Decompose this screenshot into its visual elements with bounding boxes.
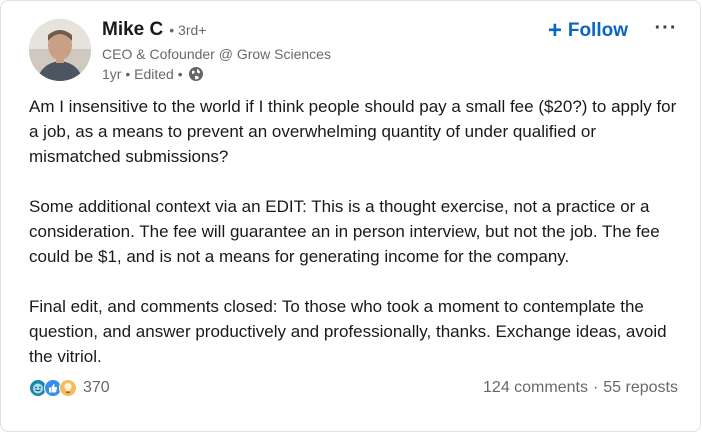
post-timestamp: 1yr • Edited • xyxy=(102,66,183,82)
author-headline: CEO & Cofounder @ Grow Sciences xyxy=(102,46,331,62)
reposts-count[interactable]: 55 reposts xyxy=(603,379,678,397)
reactions-summary[interactable]: 370 xyxy=(29,379,110,397)
reaction-icons xyxy=(29,379,77,397)
post-paragraph: Some additional context via an EDIT: Thi… xyxy=(29,197,660,266)
connection-degree: • 3rd+ xyxy=(169,22,207,38)
author-meta: Mike C • 3rd+ CEO & Cofounder @ Grow Sci… xyxy=(102,19,331,84)
insightful-icon xyxy=(59,379,77,397)
engagement-counts: 124 comments · 55 reposts xyxy=(483,379,678,397)
post-paragraph: Final edit, and comments closed: To thos… xyxy=(29,297,667,366)
follow-button[interactable]: + Follow xyxy=(548,19,628,43)
post-card: Mike C • 3rd+ CEO & Cofounder @ Grow Sci… xyxy=(0,0,701,432)
comments-count[interactable]: 124 comments xyxy=(483,379,588,397)
count-separator: · xyxy=(592,379,599,396)
reaction-count: 370 xyxy=(83,379,110,396)
follow-label: Follow xyxy=(567,20,628,41)
post-body: Am I insensitive to the world if I think… xyxy=(29,94,679,369)
social-counts: 370 124 comments · 55 reposts xyxy=(29,376,678,400)
author-name-row: Mike C • 3rd+ xyxy=(102,19,331,45)
post-header: Mike C • 3rd+ CEO & Cofounder @ Grow Sci… xyxy=(29,17,680,89)
post-timestamp-row: 1yr • Edited • xyxy=(102,64,331,84)
globe-icon xyxy=(188,66,204,82)
avatar-photo xyxy=(29,19,91,81)
post-paragraph: Am I insensitive to the world if I think… xyxy=(29,97,677,166)
more-options-button[interactable]: ··· xyxy=(652,17,680,41)
plus-icon: + xyxy=(547,17,562,44)
author-avatar[interactable] xyxy=(29,19,91,81)
author-name[interactable]: Mike C xyxy=(102,19,163,41)
